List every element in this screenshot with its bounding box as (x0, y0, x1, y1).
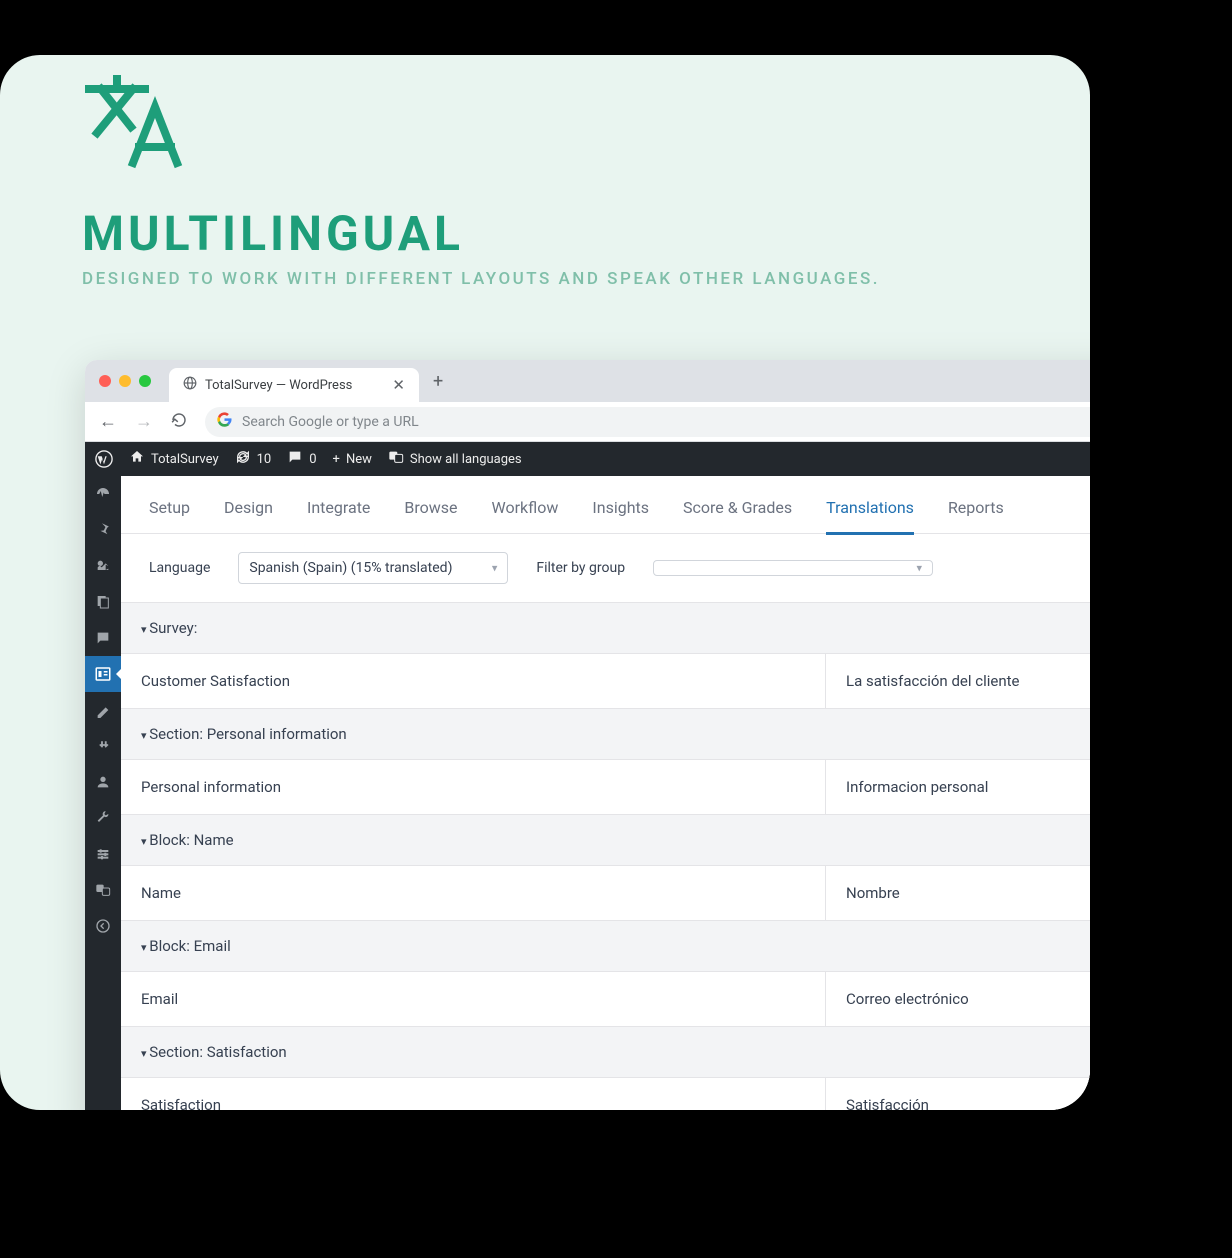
maximize-window-icon[interactable] (139, 375, 151, 387)
close-window-icon[interactable] (99, 375, 111, 387)
users-icon[interactable] (85, 764, 121, 800)
pin-icon[interactable] (85, 512, 121, 548)
group-header[interactable]: Survey: (121, 603, 1090, 654)
browser-tab[interactable]: TotalSurvey — WordPress ✕ (169, 368, 419, 402)
tab-translations[interactable]: Translations (826, 498, 914, 517)
globe-icon (183, 376, 197, 394)
forward-button[interactable]: → (135, 411, 153, 432)
group-header[interactable]: Block: Email (121, 921, 1090, 972)
language-label: Language (149, 560, 210, 576)
translation-row: SatisfactionSatisfacción (121, 1078, 1090, 1110)
tab-workflow[interactable]: Workflow (492, 498, 559, 517)
translation-row: Personal informationInformacion personal (121, 760, 1090, 815)
updates-count: 10 (257, 452, 272, 467)
back-button[interactable]: ← (99, 411, 117, 432)
wp-content: Setup Design Integrate Browse Workflow I… (121, 476, 1090, 1110)
source-text: Customer Satisfaction (121, 654, 826, 708)
plugins-icon[interactable] (85, 728, 121, 764)
source-text: Name (121, 866, 826, 920)
translations-table: Survey:Customer SatisfactionLa satisfacc… (121, 603, 1090, 1110)
tab-score[interactable]: Score & Grades (683, 498, 792, 517)
translation-row: Customer SatisfactionLa satisfacción del… (121, 654, 1090, 709)
appearance-icon[interactable] (85, 692, 121, 728)
group-header[interactable]: Block: Name (121, 815, 1090, 866)
hero-title: MULTILINGUAL (82, 205, 464, 262)
language-select[interactable]: Spanish (Spain) (15% translated) (238, 552, 508, 584)
survey-icon[interactable] (85, 656, 121, 692)
group-label: Filter by group (536, 560, 625, 576)
reload-button[interactable] (171, 412, 187, 432)
tab-insights[interactable]: Insights (592, 498, 649, 517)
address-bar[interactable]: Search Google or type a URL (205, 407, 1090, 437)
tab-setup[interactable]: Setup (149, 498, 190, 517)
translate-icon (85, 75, 185, 174)
browser-toolbar: ← → Search Google or type a URL (85, 402, 1090, 442)
plus-icon: + (333, 452, 340, 467)
filters-row: Language Spanish (Spain) (15% translated… (121, 534, 1090, 603)
wp-sidebar (85, 476, 121, 1110)
adminbar-updates[interactable]: 10 (235, 449, 272, 469)
google-icon (217, 412, 232, 431)
hero-subtitle: DESIGNED TO WORK WITH DIFFERENT LAYOUTS … (82, 269, 880, 289)
new-label: New (346, 452, 372, 467)
source-text: Satisfaction (121, 1078, 826, 1110)
tools-icon[interactable] (85, 800, 121, 836)
dashboard-icon[interactable] (85, 476, 121, 512)
translation-row: EmailCorreo electrónico (121, 972, 1090, 1027)
site-name: TotalSurvey (151, 452, 219, 467)
target-text[interactable]: Nombre (826, 866, 1090, 920)
target-text[interactable]: Correo electrónico (826, 972, 1090, 1026)
translation-row: NameNombre (121, 866, 1090, 921)
language-icon (388, 449, 404, 469)
browser-window: TotalSurvey — WordPress ✕ + ← → Search G… (85, 360, 1090, 1110)
close-tab-icon[interactable]: ✕ (392, 376, 405, 394)
comments-menu-icon[interactable] (85, 620, 121, 656)
target-text[interactable]: Informacion personal (826, 760, 1090, 814)
tab-integrate[interactable]: Integrate (307, 498, 370, 517)
languages-label: Show all languages (410, 452, 522, 467)
update-icon (235, 449, 251, 469)
adminbar-languages[interactable]: Show all languages (388, 449, 522, 469)
settings-icon[interactable] (85, 836, 121, 872)
translations-menu-icon[interactable] (85, 872, 121, 908)
group-header[interactable]: Section: Satisfaction (121, 1027, 1090, 1078)
adminbar-new[interactable]: + New (333, 452, 372, 467)
tab-reports[interactable]: Reports (948, 498, 1004, 517)
collapse-icon[interactable] (85, 908, 121, 944)
minimize-window-icon[interactable] (119, 375, 131, 387)
survey-tabs: Setup Design Integrate Browse Workflow I… (121, 476, 1090, 534)
wp-logo-icon[interactable] (95, 450, 113, 468)
tab-title: TotalSurvey — WordPress (205, 378, 352, 393)
language-value: Spanish (Spain) (15% translated) (249, 560, 452, 576)
group-header[interactable]: Section: Personal information (121, 709, 1090, 760)
tab-browse[interactable]: Browse (404, 498, 457, 517)
window-controls (99, 375, 151, 387)
media-icon[interactable] (85, 548, 121, 584)
browser-tabbar: TotalSurvey — WordPress ✕ + (85, 360, 1090, 402)
adminbar-comments[interactable]: 0 (287, 449, 316, 469)
source-text: Email (121, 972, 826, 1026)
comments-count: 0 (309, 452, 316, 467)
adminbar-site[interactable]: TotalSurvey (129, 449, 219, 469)
feature-card: MULTILINGUAL DESIGNED TO WORK WITH DIFFE… (0, 55, 1090, 1110)
omnibox-placeholder: Search Google or type a URL (242, 414, 419, 430)
home-icon (129, 449, 145, 469)
target-text[interactable]: La satisfacción del cliente (826, 654, 1090, 708)
comment-icon (287, 449, 303, 469)
tab-design[interactable]: Design (224, 498, 273, 517)
pages-icon[interactable] (85, 584, 121, 620)
new-tab-button[interactable]: + (433, 371, 443, 392)
group-select[interactable] (653, 560, 933, 576)
wp-adminbar: TotalSurvey 10 0 + New Show all language… (85, 442, 1090, 476)
target-text[interactable]: Satisfacción (826, 1078, 1090, 1110)
source-text: Personal information (121, 760, 826, 814)
